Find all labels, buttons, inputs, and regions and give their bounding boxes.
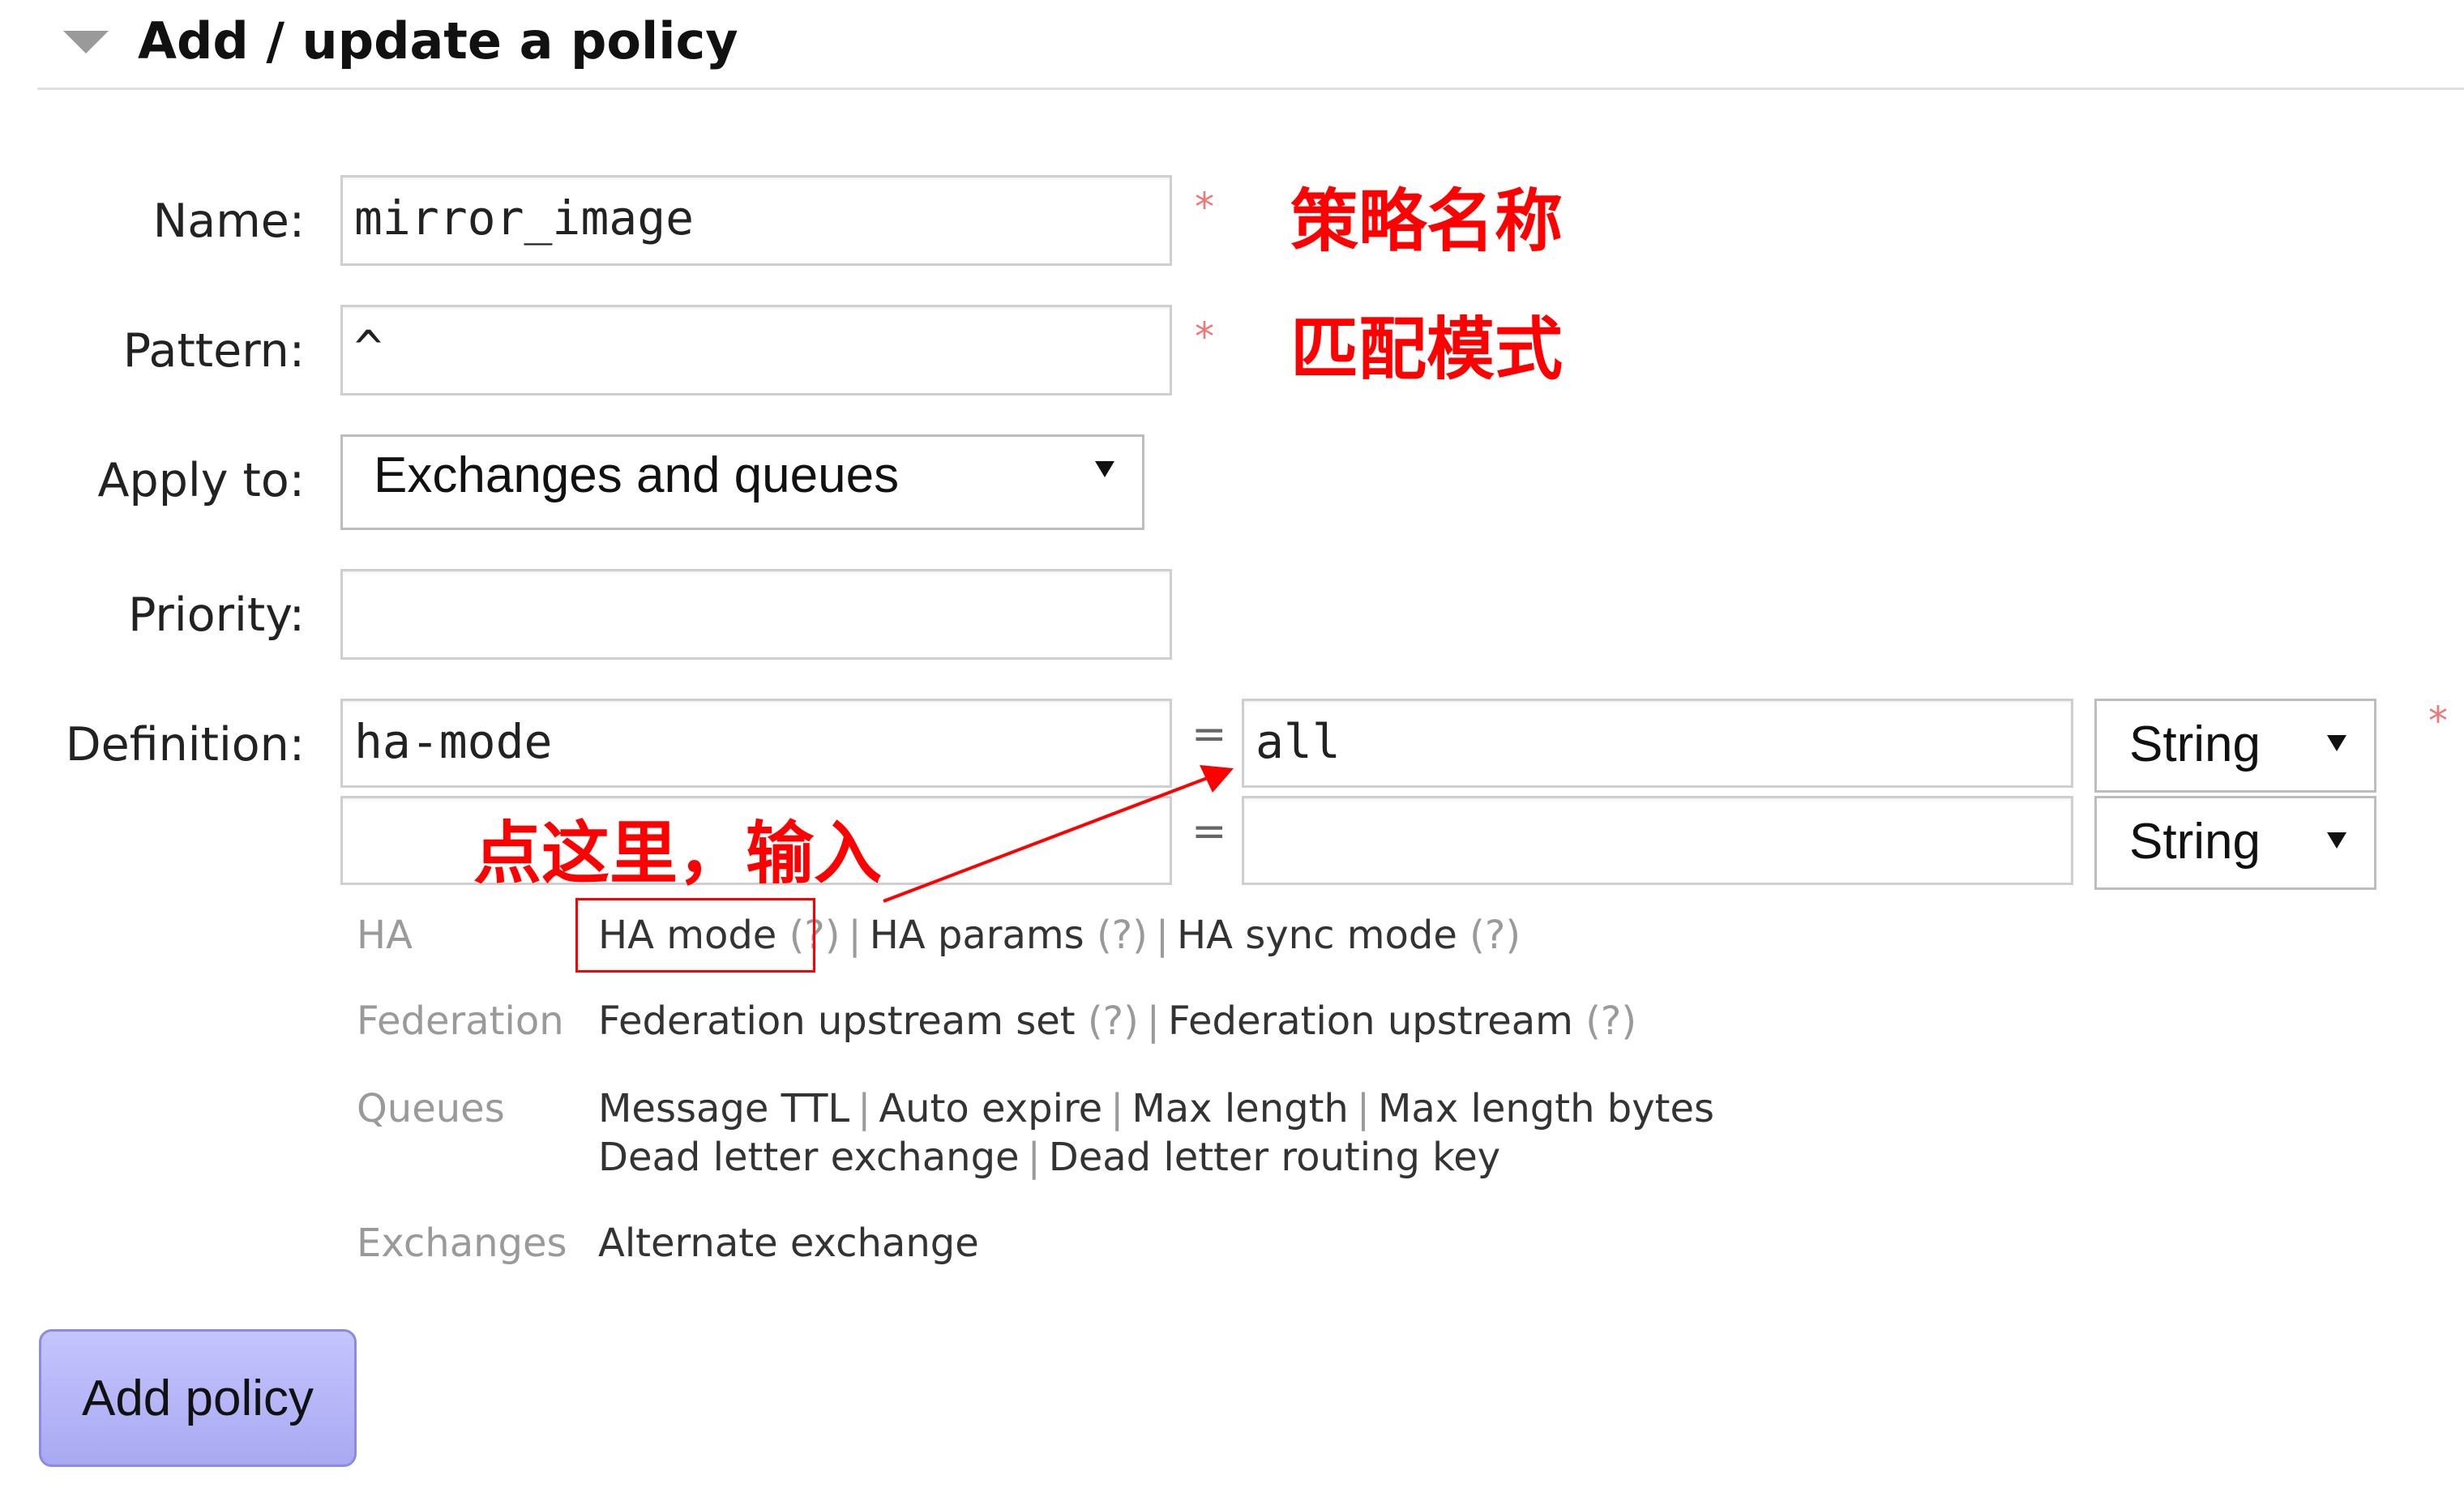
- separator: |: [848, 913, 862, 958]
- ha-sync-mode-help[interactable]: (?): [1469, 913, 1521, 958]
- federation-upstream-help[interactable]: (?): [1585, 998, 1636, 1044]
- category-exchanges: Exchanges: [357, 1221, 567, 1266]
- category-queues: Queues: [357, 1086, 505, 1131]
- max-length-bytes-link[interactable]: Max length bytes: [1378, 1086, 1714, 1131]
- separator: |: [858, 1086, 871, 1131]
- separator: |: [1155, 913, 1170, 958]
- federation-upstream-set-link[interactable]: Federation upstream set: [598, 998, 1076, 1044]
- dead-letter-exchange-link[interactable]: Dead letter exchange: [598, 1135, 1020, 1180]
- category-federation: Federation: [357, 998, 564, 1044]
- separator: |: [1110, 1086, 1124, 1131]
- alternate-exchange-link[interactable]: Alternate exchange: [598, 1221, 979, 1266]
- dead-letter-routing-key-link[interactable]: Dead letter routing key: [1049, 1135, 1500, 1180]
- ha-sync-mode-link[interactable]: HA sync mode: [1177, 913, 1457, 958]
- separator: |: [1146, 998, 1160, 1044]
- ha-mode-highlight-box: [575, 898, 815, 973]
- queues-links-line2: Dead letter exchange | Dead letter routing…: [598, 1135, 1500, 1180]
- exchanges-links: Alternate exchange: [598, 1221, 979, 1266]
- separator: |: [1356, 1086, 1370, 1131]
- message-ttl-link[interactable]: Message TTL: [598, 1086, 849, 1131]
- auto-expire-link[interactable]: Auto expire: [879, 1086, 1102, 1131]
- ha-params-link[interactable]: HA params: [870, 913, 1084, 958]
- federation-upstream-link[interactable]: Federation upstream: [1168, 998, 1573, 1044]
- queues-links-line1: Message TTL | Auto expire | Max length | Max l…: [598, 1086, 1714, 1131]
- federation-upstream-set-help[interactable]: (?): [1088, 998, 1139, 1044]
- ha-params-help[interactable]: (?): [1097, 913, 1148, 958]
- add-policy-button[interactable]: Add policy: [39, 1329, 357, 1467]
- category-ha: HA: [357, 913, 413, 958]
- federation-links: Federation upstream set (?) | Federation u…: [598, 998, 1636, 1044]
- max-length-link[interactable]: Max length: [1131, 1086, 1349, 1131]
- separator: |: [1027, 1135, 1041, 1180]
